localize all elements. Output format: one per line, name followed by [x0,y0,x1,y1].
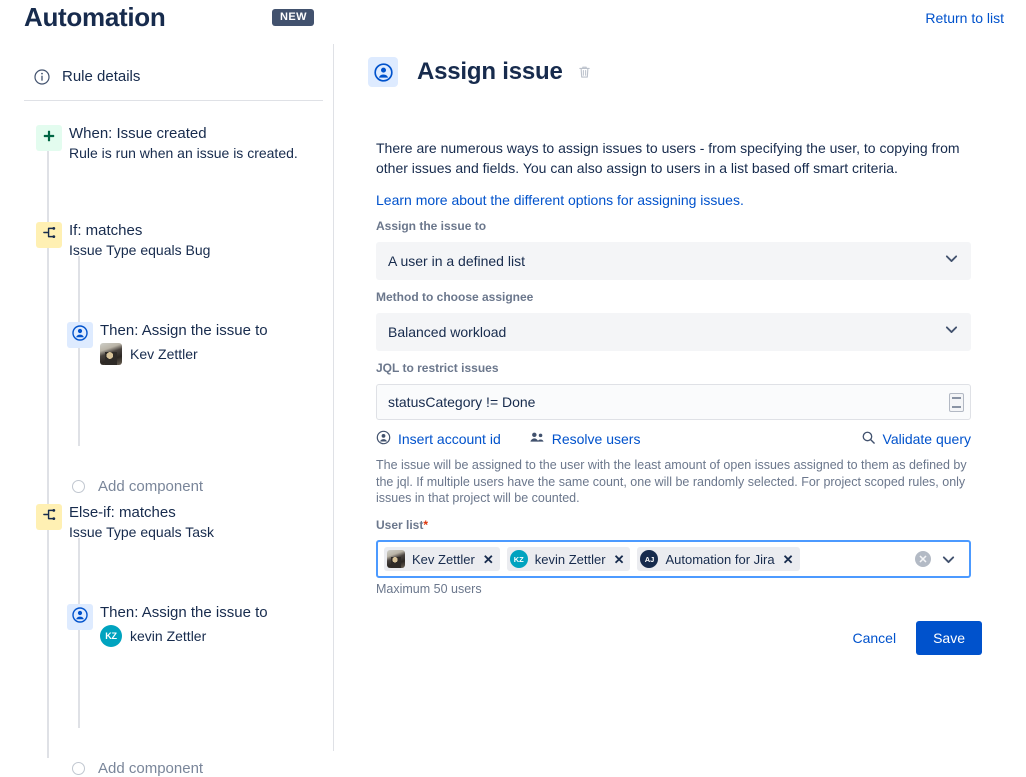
add-component-button-elseif[interactable]: Add component [72,760,203,777]
sidebar-divider [24,100,323,101]
method-select[interactable]: Balanced workload [376,313,971,351]
remove-chip-icon[interactable]: ✕ [482,553,495,566]
sidebar-item-rule-details[interactable]: Rule details [34,68,140,85]
node-subtitle: Issue Type equals Task [69,524,214,540]
assigned-user-name: Kev Zettler [130,346,198,362]
plus-icon [42,129,56,148]
insert-account-id-link[interactable]: Insert account id [376,430,501,448]
user-chip[interactable]: KZ kevin Zettler ✕ [507,547,631,571]
assign-user-icon [72,607,88,628]
add-component-label: Add component [98,760,203,777]
node-title: If: matches [69,222,210,239]
save-button[interactable]: Save [916,621,982,655]
assigned-user: Kev Zettler [100,343,268,365]
add-component-button-if[interactable]: Add component [72,478,203,495]
jql-value: statusCategory != Done [388,394,949,410]
resolve-users-label: Resolve users [552,431,641,447]
required-marker: * [423,518,428,532]
assigned-user: KZ kevin Zettler [100,625,268,647]
user-list-label-text: User list [376,518,423,532]
max-users-helper: Maximum 50 users [376,582,482,596]
add-component-dot-icon [72,480,85,493]
cancel-button[interactable]: Cancel [840,622,908,654]
resize-handle-icon[interactable] [949,393,964,412]
assign-issue-icon [368,57,398,87]
rule-tree-sidebar: Rule details When: Issue created Rule is… [0,44,333,751]
user-chip[interactable]: AJ Automation for Jira ✕ [637,547,799,571]
return-to-list-link[interactable]: Return to list [925,10,1004,26]
avatar: KZ [100,625,122,647]
rule-node-then-assign-task[interactable]: Then: Assign the issue to KZ kevin Zettl… [67,604,268,647]
validate-query-label: Validate query [883,431,971,447]
node-subtitle: Issue Type equals Bug [69,242,210,258]
page-title: Automation [24,2,165,33]
chevron-down-icon [943,250,960,272]
remove-chip-icon[interactable]: ✕ [782,553,795,566]
add-component-label: Add component [98,478,203,495]
remove-chip-icon[interactable]: ✕ [613,553,626,566]
action-header: Assign issue [368,57,592,87]
node-title: Then: Assign the issue to [100,322,268,339]
rule-details-label: Rule details [62,68,140,85]
avatar: AJ [640,550,658,568]
clear-all-icon[interactable]: ✕ [915,551,931,567]
action-badge [67,322,93,348]
condition-badge [36,504,62,530]
user-list-label: User list* [376,518,428,532]
trigger-badge [36,125,62,151]
node-title: Then: Assign the issue to [100,604,268,621]
user-chip-name: Kev Zettler [412,552,475,567]
assigned-user-name: kevin Zettler [130,628,206,644]
jql-helper-text: The issue will be assigned to the user w… [376,457,973,507]
user-chip-name: Automation for Jira [665,552,774,567]
add-component-dot-icon [72,762,85,775]
new-badge: NEW [272,9,314,26]
chevron-down-icon [943,321,960,343]
search-icon [861,430,876,448]
avatar [100,343,122,365]
assign-to-value: A user in a defined list [388,253,943,269]
method-label: Method to choose assignee [376,290,533,304]
learn-more-link[interactable]: Learn more about the different options f… [376,192,744,208]
rule-node-elseif-matches[interactable]: Else-if: matches Issue Type equals Task [36,504,214,540]
jql-label: JQL to restrict issues [376,361,499,375]
rule-node-when[interactable]: When: Issue created Rule is run when an … [36,125,298,161]
node-title: When: Issue created [69,125,298,142]
rule-node-then-assign-bug[interactable]: Then: Assign the issue to Kev Zettler [67,322,268,365]
jql-action-links: Insert account id Resolve users [376,430,971,448]
trash-icon[interactable] [577,64,592,85]
chevron-down-icon[interactable] [940,551,957,568]
node-subtitle: Rule is run when an issue is created. [69,145,298,161]
user-chips: Kev Zettler ✕ KZ kevin Zettler ✕ AJ Auto… [384,547,915,571]
condition-badge [36,222,62,248]
rule-node-if-matches[interactable]: If: matches Issue Type equals Bug [36,222,210,258]
assign-user-icon [72,325,88,346]
form-actions: Cancel Save [840,621,982,655]
jql-input[interactable]: statusCategory != Done [376,384,971,420]
insert-account-id-label: Insert account id [398,431,501,447]
avatar [387,550,405,568]
info-icon [34,69,50,85]
action-title: Assign issue [417,58,563,86]
validate-query-link[interactable]: Validate query [861,430,971,448]
action-detail-panel: Assign issue There are numerous ways to … [333,44,1026,751]
main-layout: Rule details When: Issue created Rule is… [0,44,1026,751]
method-value: Balanced workload [388,324,943,340]
page-header: Automation NEW Return to list [0,0,1026,44]
branch-icon [42,225,57,245]
account-icon [376,430,391,448]
users-icon [529,430,545,448]
assign-to-label: Assign the issue to [376,219,486,233]
user-chip[interactable]: Kev Zettler ✕ [384,547,500,571]
action-badge [67,604,93,630]
resolve-users-link[interactable]: Resolve users [529,430,641,448]
avatar: KZ [510,550,528,568]
user-list-multiselect[interactable]: Kev Zettler ✕ KZ kevin Zettler ✕ AJ Auto… [376,540,971,578]
assign-to-select[interactable]: A user in a defined list [376,242,971,280]
branch-icon [42,507,57,527]
node-title: Else-if: matches [69,504,214,521]
user-chip-name: kevin Zettler [535,552,606,567]
action-description: There are numerous ways to assign issues… [376,138,970,178]
